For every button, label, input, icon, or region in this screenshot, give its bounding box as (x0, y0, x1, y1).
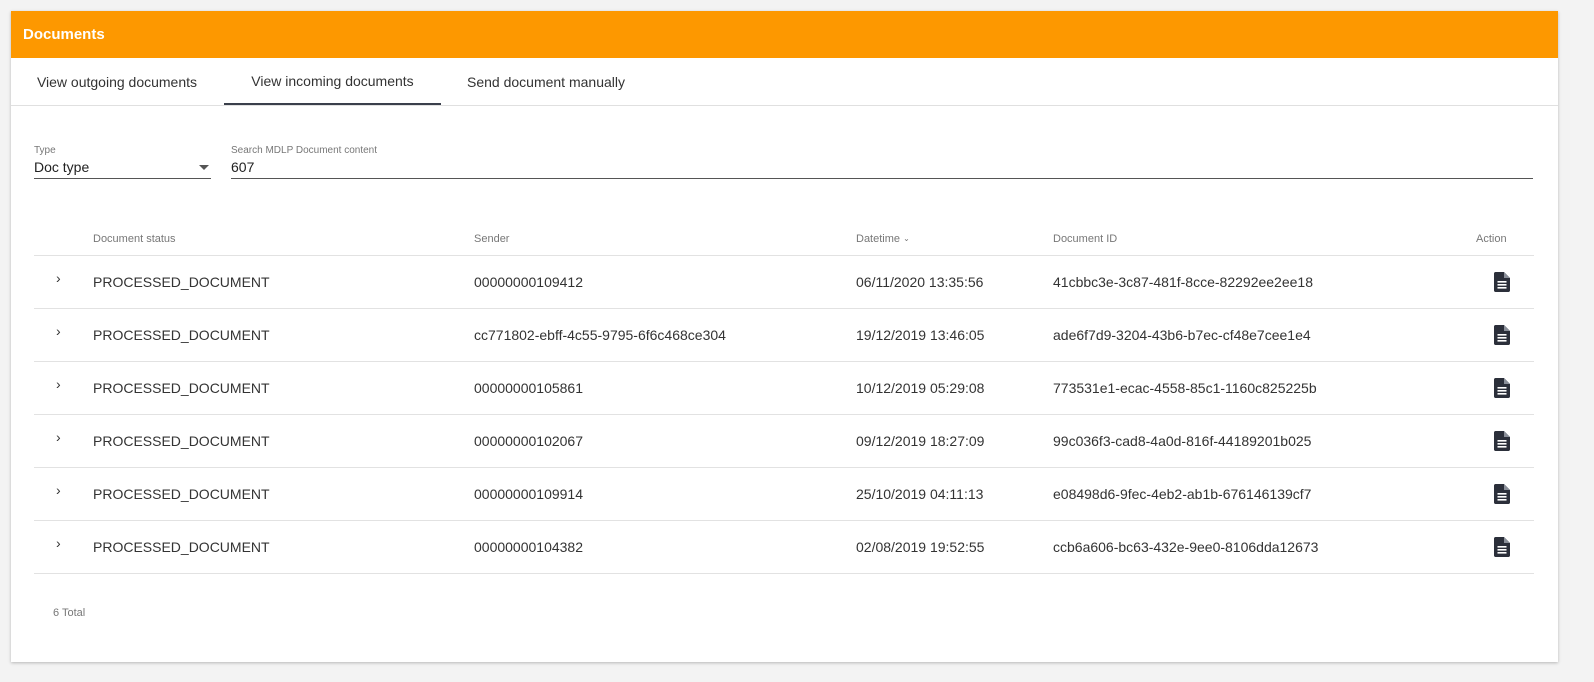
sender: 00000000104382 (474, 539, 584, 555)
datetime: 10/12/2019 05:29:08 (856, 380, 985, 396)
document-status: PROCESSED_DOCUMENT (93, 433, 270, 449)
datetime-header-label: Datetime (856, 233, 901, 245)
search-label: Search MDLP Document content (231, 145, 378, 156)
document-status: PROCESSED_DOCUMENT (93, 274, 270, 290)
tab-label: View outgoing documents (36, 73, 198, 90)
document-status: PROCESSED_DOCUMENT (93, 380, 270, 396)
document-status: PROCESSED_DOCUMENT (93, 539, 270, 555)
search-value: 607 (231, 159, 255, 175)
column-header-status[interactable]: Document status (93, 233, 176, 245)
table-row: › PROCESSED_DOCUMENT 00000000104382 02/0… (34, 521, 1534, 574)
expand-chevron-icon[interactable]: › (56, 323, 61, 339)
sender: 00000000102067 (474, 433, 584, 449)
type-label: Type (34, 145, 56, 156)
document-icon[interactable] (1494, 272, 1510, 295)
tab-outgoing-documents[interactable]: View outgoing documents (23, 58, 211, 105)
table-body: › PROCESSED_DOCUMENT 00000000109412 06/1… (34, 256, 1534, 574)
document-id: ade6f7d9-3204-43b6-b7ec-cf48e7cee1e4 (1053, 327, 1311, 343)
search-input[interactable]: Search MDLP Document content 607 (231, 145, 1533, 179)
document-id: 773531e1-ecac-4558-85c1-1160c825225b (1053, 380, 1317, 396)
tab-label: View incoming documents (251, 72, 414, 89)
datetime: 19/12/2019 13:46:05 (856, 327, 985, 343)
table-row: › PROCESSED_DOCUMENT 00000000105861 10/1… (34, 362, 1534, 415)
tab-incoming-documents[interactable]: View incoming documents (224, 58, 441, 105)
filter-bar: Type Doc type Search MDLP Document conte… (11, 106, 1558, 206)
dropdown-caret-icon (199, 164, 209, 170)
expand-chevron-icon[interactable]: › (56, 270, 61, 286)
page-title: Documents (23, 26, 105, 43)
documents-table: Document status Sender Datetime ⌄ Docume… (34, 218, 1534, 574)
tab-bar: View outgoing documents View incoming do… (11, 58, 1558, 106)
document-id: e08498d6-9fec-4eb2-ab1b-676146139cf7 (1053, 486, 1312, 502)
sender: 00000000109412 (474, 274, 584, 290)
table-header: Document status Sender Datetime ⌄ Docume… (34, 218, 1534, 256)
datetime: 25/10/2019 04:11:13 (856, 486, 984, 502)
sender: 00000000105861 (474, 380, 584, 396)
table-row: › PROCESSED_DOCUMENT 00000000102067 09/1… (34, 415, 1534, 468)
document-id: 41cbbc3e-3c87-481f-8cce-82292ee2ee18 (1053, 274, 1313, 290)
expand-chevron-icon[interactable]: › (56, 429, 61, 445)
sender: 00000000109914 (474, 486, 584, 502)
sort-chevron-icon: ⌄ (903, 234, 910, 243)
document-id: 99c036f3-cad8-4a0d-816f-44189201b025 (1053, 433, 1312, 449)
table-row: › PROCESSED_DOCUMENT 00000000109914 25/1… (34, 468, 1534, 521)
sender: cc771802-ebff-4c55-9795-6f6c468ce304 (474, 327, 726, 343)
total-count: 6 Total (53, 607, 86, 619)
datetime: 02/08/2019 19:52:55 (856, 539, 985, 555)
expand-chevron-icon[interactable]: › (56, 376, 61, 392)
documents-card: Documents View outgoing documents View i… (11, 11, 1558, 662)
document-icon[interactable] (1494, 325, 1510, 348)
table-row: › PROCESSED_DOCUMENT 00000000109412 06/1… (34, 256, 1534, 309)
datetime: 09/12/2019 18:27:09 (856, 433, 985, 449)
expand-chevron-icon[interactable]: › (56, 535, 61, 551)
table-row: › PROCESSED_DOCUMENT cc771802-ebff-4c55-… (34, 309, 1534, 362)
type-value: Doc type (34, 159, 90, 175)
document-icon[interactable] (1494, 431, 1510, 454)
column-header-action: Action (1476, 233, 1507, 245)
document-id: ccb6a606-bc63-432e-9ee0-8106dda12673 (1053, 539, 1319, 555)
document-icon[interactable] (1494, 378, 1510, 401)
document-status: PROCESSED_DOCUMENT (93, 327, 270, 343)
expand-chevron-icon[interactable]: › (56, 482, 61, 498)
tab-label: Send document manually (467, 73, 625, 90)
type-select[interactable]: Type Doc type (34, 145, 211, 179)
document-icon[interactable] (1494, 484, 1510, 507)
tab-send-manually[interactable]: Send document manually (451, 58, 641, 105)
column-header-document-id[interactable]: Document ID (1053, 233, 1117, 245)
document-status: PROCESSED_DOCUMENT (93, 486, 270, 502)
column-header-sender[interactable]: Sender (474, 233, 509, 245)
column-header-datetime[interactable]: Datetime ⌄ (856, 233, 910, 245)
datetime: 06/11/2020 13:35:56 (856, 274, 984, 290)
card-header: Documents (11, 11, 1558, 58)
document-icon[interactable] (1494, 537, 1510, 560)
